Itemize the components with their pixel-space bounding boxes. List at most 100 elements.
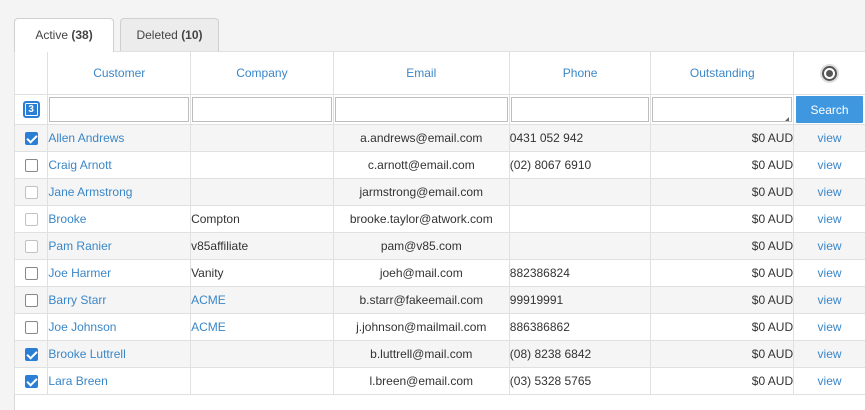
- tab-deleted-count: (10): [181, 28, 203, 42]
- company-name[interactable]: ACME: [192, 320, 226, 334]
- action-cell: view: [793, 286, 865, 314]
- outstanding-cell: $0 AUD: [650, 313, 795, 341]
- customer-link[interactable]: Brooke Luttrell: [49, 347, 126, 361]
- row-checkbox[interactable]: [24, 294, 38, 308]
- row-checkbox[interactable]: [24, 321, 38, 335]
- resize-grip-icon[interactable]: [785, 117, 790, 121]
- tab-deleted[interactable]: Deleted (10): [120, 18, 219, 51]
- customer-link[interactable]: Joe Johnson: [49, 320, 117, 334]
- row-checkbox[interactable]: [24, 132, 38, 146]
- phone-cell: (03) 5328 5765: [508, 367, 652, 395]
- phone-cell: 886386862: [508, 313, 652, 341]
- phone-cell: [508, 178, 652, 206]
- email-cell: joeh@mail.com: [332, 259, 510, 287]
- view-link[interactable]: view: [818, 212, 842, 226]
- gear-icon[interactable]: [822, 65, 838, 81]
- row-checkbox[interactable]: [24, 240, 38, 254]
- company-cell: ACME: [190, 313, 334, 341]
- phone-cell: (02) 8067 6910: [508, 151, 652, 179]
- table-row: Barry Starr ACME b.starr@fakeemail.com 9991…: [13, 286, 865, 314]
- row-checkbox[interactable]: [24, 375, 38, 389]
- email-cell: pam@v85.com: [332, 232, 510, 260]
- company-name[interactable]: ACME: [192, 293, 226, 307]
- column-header-outstanding[interactable]: Outstanding: [650, 51, 795, 95]
- filter-cell-email: [332, 94, 510, 125]
- row-checkbox[interactable]: [24, 348, 38, 362]
- view-link[interactable]: view: [818, 320, 842, 334]
- tab-active-label: Active: [35, 28, 68, 42]
- customer-link[interactable]: Pam Ranier: [49, 239, 112, 253]
- customer-cell: Barry Starr: [47, 286, 192, 314]
- row-checkbox[interactable]: [24, 267, 38, 281]
- view-link[interactable]: view: [818, 131, 842, 145]
- filter-cell-customer: [47, 94, 192, 125]
- row-select-cell: [13, 340, 49, 368]
- search-button[interactable]: Search: [796, 96, 864, 123]
- selected-count-badge[interactable]: 3: [22, 101, 40, 118]
- email-filter-input[interactable]: [334, 97, 508, 122]
- row-checkbox[interactable]: [24, 213, 38, 227]
- row-select-cell: [13, 259, 49, 287]
- column-header-company[interactable]: Company: [190, 51, 334, 95]
- customer-table: Customer Company Email Phone Outstanding…: [13, 51, 865, 395]
- email-cell: l.breen@email.com: [332, 367, 510, 395]
- customer-cell: Lara Breen: [47, 367, 192, 395]
- row-select-cell: [13, 232, 49, 260]
- customer-cell: Joe Johnson: [47, 313, 192, 341]
- phone-cell: 0431 052 942: [508, 124, 652, 152]
- action-cell: view: [793, 178, 865, 206]
- tab-active[interactable]: Active (38): [14, 18, 114, 52]
- view-link[interactable]: view: [818, 293, 842, 307]
- action-cell: view: [793, 232, 865, 260]
- row-checkbox[interactable]: [24, 159, 38, 173]
- action-cell: view: [793, 205, 865, 233]
- customer-link[interactable]: Lara Breen: [49, 374, 108, 388]
- row-checkbox[interactable]: [24, 186, 38, 200]
- company-cell: [190, 178, 334, 206]
- customer-link[interactable]: Craig Arnott: [49, 158, 112, 172]
- view-link[interactable]: view: [818, 266, 842, 280]
- table-row: Craig Arnott c.arnott@email.com (02) 8067 …: [13, 151, 865, 179]
- email-cell: b.luttrell@mail.com: [332, 340, 510, 368]
- customer-link[interactable]: Joe Harmer: [49, 266, 111, 280]
- phone-cell: [508, 205, 652, 233]
- customer-link[interactable]: Barry Starr: [49, 293, 107, 307]
- view-link[interactable]: view: [818, 347, 842, 361]
- view-link[interactable]: view: [818, 374, 842, 388]
- outstanding-filter-input[interactable]: [652, 97, 793, 122]
- row-select-cell: [13, 178, 49, 206]
- company-filter-input[interactable]: [192, 97, 332, 122]
- customer-link[interactable]: Jane Armstrong: [49, 185, 133, 199]
- row-select-cell: [13, 286, 49, 314]
- company-cell: [190, 340, 334, 368]
- view-link[interactable]: view: [818, 185, 842, 199]
- filter-select-cell: 3: [13, 94, 49, 125]
- column-header-email[interactable]: Email: [332, 51, 510, 95]
- tab-active-count: (38): [71, 28, 93, 42]
- customer-cell: Brooke Luttrell: [47, 340, 192, 368]
- action-cell: view: [793, 313, 865, 341]
- customer-list-panel: Customer Company Email Phone Outstanding…: [13, 51, 865, 410]
- email-cell: b.starr@fakeemail.com: [332, 286, 510, 314]
- phone-filter-input[interactable]: [510, 97, 650, 122]
- customer-cell: Joe Harmer: [47, 259, 192, 287]
- customer-link[interactable]: Allen Andrews: [49, 131, 125, 145]
- outstanding-cell: $0 AUD: [650, 367, 795, 395]
- row-select-cell: [13, 205, 49, 233]
- action-cell: view: [793, 259, 865, 287]
- column-header-customer[interactable]: Customer: [47, 51, 192, 95]
- phone-cell: 882386824: [508, 259, 652, 287]
- outstanding-cell: $0 AUD: [650, 124, 795, 152]
- row-select-cell: [13, 151, 49, 179]
- view-link[interactable]: view: [818, 158, 842, 172]
- phone-cell: 99919991: [508, 286, 652, 314]
- action-cell: view: [793, 124, 865, 152]
- header-settings: [793, 51, 865, 95]
- column-header-phone[interactable]: Phone: [508, 51, 652, 95]
- customer-cell: Pam Ranier: [47, 232, 192, 260]
- company-cell: Compton: [190, 205, 334, 233]
- view-link[interactable]: view: [818, 239, 842, 253]
- customer-link[interactable]: Brooke: [49, 212, 87, 226]
- filter-cell-outstanding: [650, 94, 795, 125]
- customer-filter-input[interactable]: [49, 97, 190, 122]
